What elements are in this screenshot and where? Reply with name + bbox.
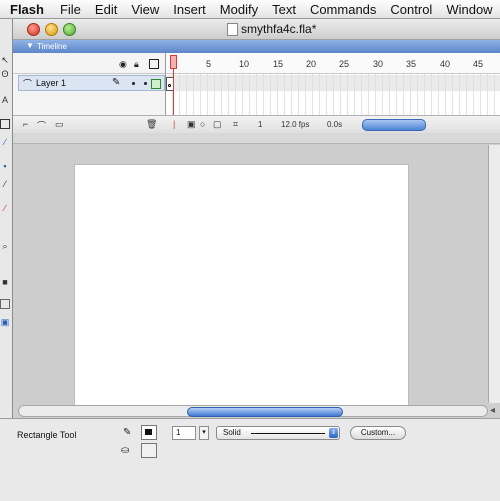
horizontal-scroll-thumb[interactable] bbox=[187, 407, 343, 417]
add-motion-guide-icon[interactable]: ⌒ bbox=[37, 119, 46, 132]
lock-icon[interactable]: 🔒︎ bbox=[134, 59, 139, 69]
document-title: smythfa4c.fla* bbox=[241, 22, 317, 36]
stroke-height-stepper[interactable]: ▾ bbox=[199, 426, 209, 440]
stroke-color-swatch[interactable] bbox=[141, 425, 157, 440]
selection-tool-icon[interactable]: ↖ bbox=[0, 55, 10, 65]
menu-commands[interactable]: Commands bbox=[310, 2, 376, 17]
frame-number: 5 bbox=[206, 59, 212, 69]
menu-view[interactable]: View bbox=[131, 2, 159, 17]
minimize-button[interactable] bbox=[45, 23, 58, 36]
lasso-tool-icon[interactable]: ʘ bbox=[0, 69, 10, 79]
frame-number: 35 bbox=[406, 59, 417, 69]
disclosure-triangle-icon[interactable]: ▼ bbox=[26, 41, 34, 50]
custom-stroke-button[interactable]: Custom... bbox=[350, 426, 406, 440]
layer-name[interactable]: Layer 1 bbox=[36, 78, 66, 88]
menu-bar: Flash File Edit View Insert Modify Text … bbox=[0, 0, 500, 19]
lock-dot[interactable] bbox=[144, 82, 147, 85]
onion-skin-outlines-icon[interactable]: ○ bbox=[200, 119, 205, 129]
eyedropper-icon[interactable]: ⁄ bbox=[0, 179, 10, 189]
layer-frames-row[interactable] bbox=[166, 75, 500, 91]
edit-bar bbox=[13, 133, 500, 144]
stroke-color-icon[interactable]: ■ bbox=[0, 277, 10, 287]
elapsed-time: 0.0s bbox=[327, 120, 343, 129]
frame-number: 40 bbox=[440, 59, 451, 69]
text-tool-icon[interactable]: A bbox=[0, 95, 10, 105]
stage[interactable] bbox=[75, 165, 408, 405]
property-inspector: Rectangle Tool ✎ ⛀ 1 ▾ Solid ⇕ Custom... bbox=[0, 418, 500, 501]
frame-ruler[interactable]: 5 10 15 20 25 30 35 40 45 bbox=[166, 53, 500, 74]
menu-modify[interactable]: Modify bbox=[220, 2, 258, 17]
fill-color-swatch[interactable] bbox=[141, 443, 157, 458]
zoom-tool-icon[interactable]: ⌕ bbox=[0, 241, 10, 251]
frame-number: 25 bbox=[339, 59, 350, 69]
layer-row[interactable]: ⌒ Layer 1 ✎ bbox=[18, 75, 165, 91]
edit-multiple-frames-icon[interactable]: ▢ bbox=[213, 119, 222, 130]
stroke-pencil-icon: ✎ bbox=[123, 427, 132, 438]
timeline-scroll-thumb[interactable] bbox=[362, 119, 426, 131]
menu-flash[interactable]: Flash bbox=[10, 2, 44, 17]
tools-panel: ↖ ʘ A ∕ ▪ ⁄ ∕ ⌕ ■ ▣ bbox=[0, 19, 13, 439]
fill-color-icon[interactable] bbox=[0, 299, 10, 309]
swap-colors-icon[interactable]: ▣ bbox=[0, 317, 10, 327]
modify-onion-markers-icon[interactable]: ⌗ bbox=[233, 119, 238, 130]
timeline-header[interactable]: ▼ Timeline bbox=[13, 40, 500, 53]
timeline-label: Timeline bbox=[37, 42, 67, 51]
rectangle-tool-icon[interactable] bbox=[0, 119, 10, 129]
close-button[interactable] bbox=[27, 23, 40, 36]
visibility-dot[interactable] bbox=[132, 82, 135, 85]
timeline-status-bar: ⌐ ⌒ ▭ 🗑︎ | ▣ ○ ▢ ⌗ 1 12.0 fps 0.0s bbox=[13, 115, 500, 134]
insert-layer-icon[interactable]: ⌐ bbox=[23, 119, 28, 129]
frame-number: 15 bbox=[273, 59, 284, 69]
frame-rate: 12.0 fps bbox=[281, 120, 310, 129]
zoom-button[interactable] bbox=[63, 23, 76, 36]
eraser-icon[interactable]: ∕ bbox=[0, 203, 10, 213]
stroke-style-select[interactable]: Solid ⇕ bbox=[216, 426, 340, 440]
current-tool-name: Rectangle Tool bbox=[17, 430, 77, 440]
frame-number: 20 bbox=[306, 59, 317, 69]
menu-window[interactable]: Window bbox=[446, 2, 492, 17]
menu-insert[interactable]: Insert bbox=[173, 2, 206, 17]
document-icon bbox=[227, 23, 238, 36]
playhead-handle[interactable] bbox=[170, 55, 177, 69]
menu-control[interactable]: Control bbox=[390, 2, 432, 17]
frame-number: 45 bbox=[473, 59, 484, 69]
insert-folder-icon[interactable]: ▭ bbox=[55, 119, 64, 130]
outline-icon[interactable] bbox=[149, 59, 159, 69]
center-frame-icon[interactable]: | bbox=[173, 119, 175, 129]
ink-bottle-icon[interactable]: ▪ bbox=[0, 161, 10, 171]
frame-number: 10 bbox=[239, 59, 250, 69]
pencil-tool-icon[interactable]: ∕ bbox=[0, 137, 10, 147]
horizontal-scrollbar[interactable] bbox=[18, 405, 488, 417]
vertical-scrollbar[interactable] bbox=[488, 145, 500, 403]
stroke-height-input[interactable]: 1 bbox=[172, 426, 196, 440]
menu-file[interactable]: File bbox=[60, 2, 81, 17]
stroke-style-value: Solid bbox=[223, 428, 241, 437]
document-titlebar: smythfa4c.fla* bbox=[13, 19, 500, 40]
layer-page-icon: ⌒ bbox=[23, 79, 33, 89]
delete-layer-icon[interactable]: 🗑︎ bbox=[146, 119, 157, 130]
onion-skin-icon[interactable]: ▣ bbox=[187, 119, 196, 130]
stroke-color-fill bbox=[145, 429, 152, 435]
layer-controls-header: ◉ 🔒︎ bbox=[13, 53, 165, 74]
fill-bucket-icon: ⛀ bbox=[121, 445, 130, 456]
pencil-icon: ✎ bbox=[112, 77, 121, 88]
frame-number: 30 bbox=[373, 59, 384, 69]
menu-edit[interactable]: Edit bbox=[95, 2, 117, 17]
current-frame: 1 bbox=[258, 120, 263, 129]
outline-color-square[interactable] bbox=[151, 79, 161, 89]
scroll-right-arrow-icon[interactable]: ◂ bbox=[490, 405, 495, 416]
eye-icon[interactable]: ◉ bbox=[119, 59, 127, 69]
select-chevron-icon: ⇕ bbox=[329, 428, 338, 438]
menu-text[interactable]: Text bbox=[272, 2, 296, 17]
stroke-style-preview bbox=[251, 433, 325, 434]
